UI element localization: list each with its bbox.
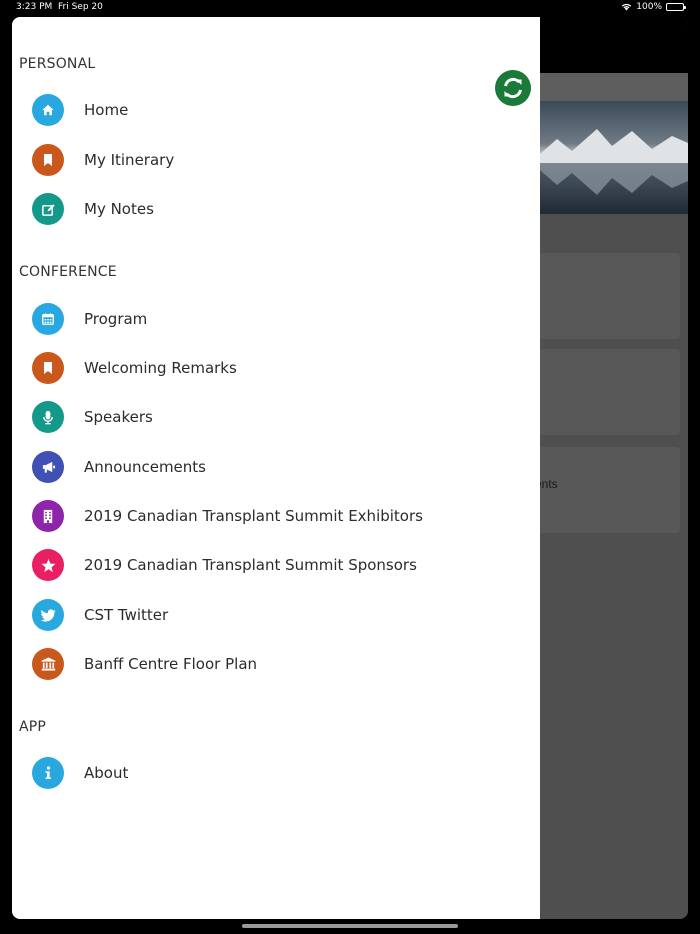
menu-item-exhibitors[interactable]: 2019 Canadian Transplant Summit Exhibito… [32,496,512,536]
status-time: 3:23 PM Fri Sep 20 [16,2,103,12]
menu-item-label: Home [84,101,129,119]
section-header-app: APP [19,719,47,735]
info-icon [32,757,64,789]
status-time-text: 3:23 PM [16,2,53,12]
home-indicator [242,924,458,928]
status-date-text: Fri Sep 20 [58,2,103,12]
refresh-icon [504,77,522,99]
menu-item-my-notes[interactable]: My Notes [32,189,512,229]
bookmark-icon [32,352,64,384]
bookmark-icon [32,144,64,176]
battery-icon [666,3,686,11]
menu-item-floor-plan[interactable]: Banff Centre Floor Plan [32,644,512,684]
star-icon [32,549,64,581]
navigation-drawer: PERSONAL Home My Itinerary My Notes CONF… [12,17,540,919]
menu-item-sponsors[interactable]: 2019 Canadian Transplant Summit Sponsors [32,545,512,585]
home-icon [32,94,64,126]
refresh-button[interactable] [495,70,531,106]
status-bar: 3:23 PM Fri Sep 20 100% [0,0,700,16]
section-header-personal: PERSONAL [19,56,96,72]
menu-item-program[interactable]: Program [32,299,512,339]
menu-item-announcements[interactable]: Announcements [32,447,512,487]
menu-item-label: Welcoming Remarks [84,359,237,377]
menu-item-label: Program [84,310,148,328]
menu-item-home[interactable]: Home [32,90,512,130]
menu-item-welcoming-remarks[interactable]: Welcoming Remarks [32,348,512,388]
menu-item-label: My Itinerary [84,151,175,169]
menu-item-label: About [84,764,129,782]
menu-item-cst-twitter[interactable]: CST Twitter [32,595,512,635]
menu-item-label: Speakers [84,408,153,426]
menu-item-label: Announcements [84,458,206,476]
menu-item-about[interactable]: About [32,753,512,793]
menu-item-my-itinerary[interactable]: My Itinerary [32,140,512,180]
menu-item-label: 2019 Canadian Transplant Summit Exhibito… [84,507,423,525]
microphone-icon [32,401,64,433]
menu-item-label: 2019 Canadian Transplant Summit Sponsors [84,556,417,574]
megaphone-icon [32,451,64,483]
calendar-icon [32,303,64,335]
menu-item-label: Banff Centre Floor Plan [84,655,258,673]
edit-icon [32,193,64,225]
building-icon [32,500,64,532]
wifi-icon [622,3,632,11]
menu-item-label: My Notes [84,200,154,218]
twitter-icon [32,599,64,631]
status-right: 100% [621,2,686,12]
section-header-conference: CONFERENCE [19,264,117,280]
institution-icon [32,648,64,680]
battery-percent: 100% [636,2,662,12]
menu-item-label: CST Twitter [84,606,169,624]
menu-item-speakers[interactable]: Speakers [32,397,512,437]
